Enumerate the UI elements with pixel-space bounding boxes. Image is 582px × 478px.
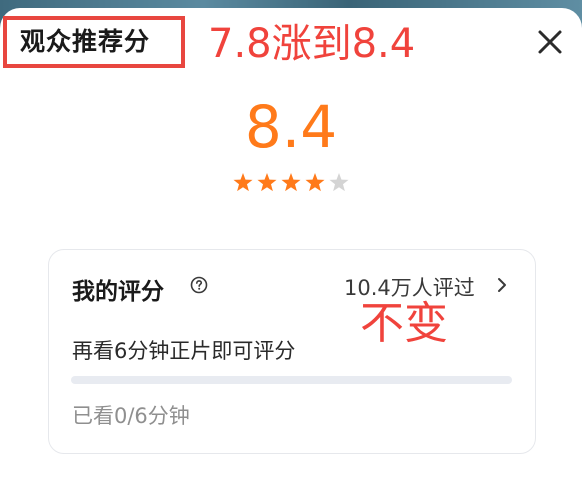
rating-unlock-hint: 再看6分钟正片即可评分 (72, 339, 296, 363)
close-button[interactable] (534, 26, 566, 58)
star-filled-icon (281, 173, 301, 192)
help-circle-icon (190, 276, 208, 294)
panel-title: 观众推荐分 (20, 27, 151, 56)
star-filled-icon (305, 173, 325, 192)
star-empty-icon (329, 173, 349, 192)
score-change-annotation: 7.8涨到8.4 (208, 21, 416, 67)
watch-progress-bar (71, 376, 512, 384)
help-button[interactable] (190, 276, 208, 294)
unchanged-annotation: 不变 (360, 298, 448, 349)
watched-time-text: 已看0/6分钟 (72, 404, 190, 428)
star-rating (233, 172, 353, 194)
close-icon (538, 30, 562, 54)
chevron-right-icon[interactable] (495, 276, 509, 294)
audience-score: 8.4 (244, 93, 338, 161)
star-filled-icon (257, 173, 277, 192)
star-rating-icons (233, 173, 349, 192)
star-filled-icon (233, 173, 253, 192)
my-rating-label: 我的评分 (72, 279, 164, 305)
